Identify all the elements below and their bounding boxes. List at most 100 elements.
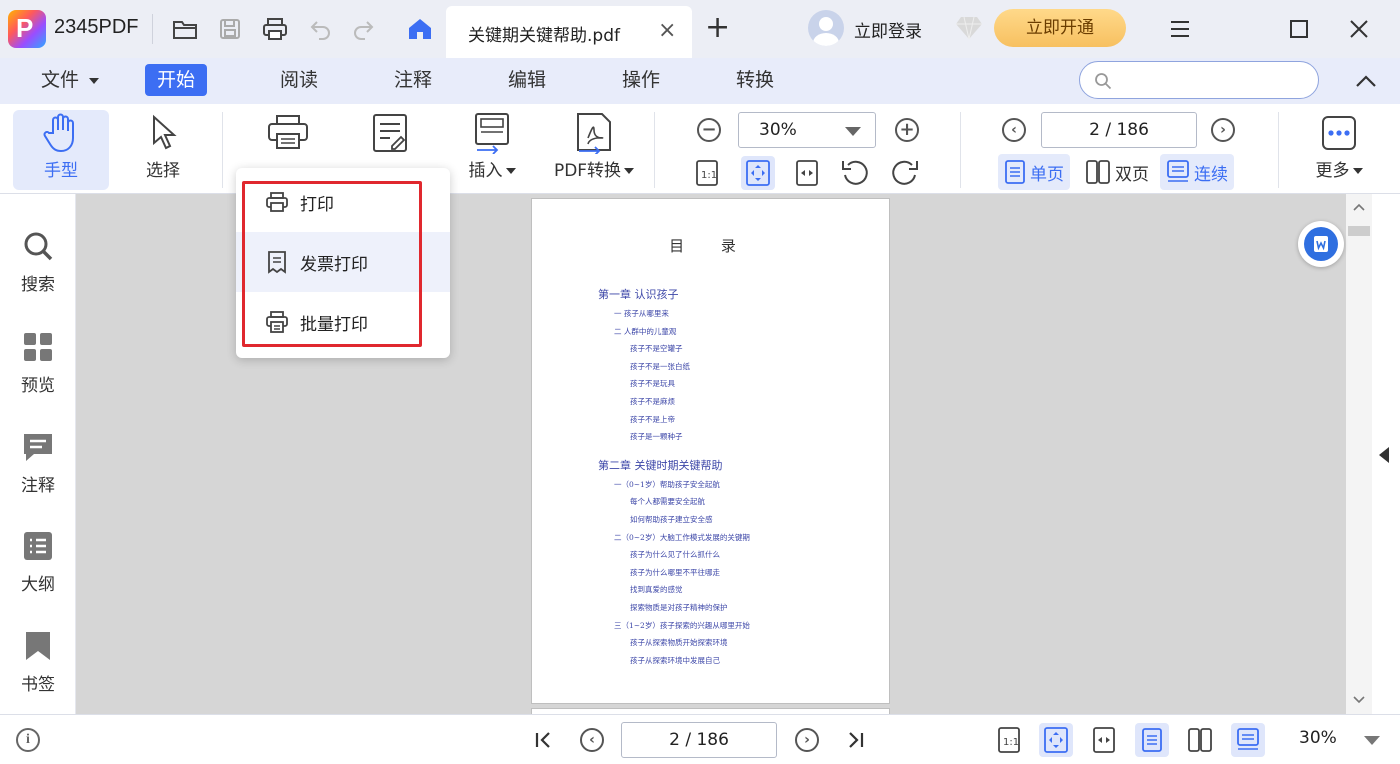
- continuous-page-icon: [1167, 160, 1189, 182]
- assistant-badge[interactable]: [1298, 221, 1344, 267]
- sidebar-item-preview[interactable]: 预览: [0, 327, 76, 396]
- actual-size-icon[interactable]: 1:1: [690, 156, 724, 190]
- toc-entry[interactable]: 孩子为什么哪里不平往哪走: [630, 564, 889, 582]
- scroll-down-icon[interactable]: [1353, 696, 1365, 704]
- scrollbar-thumb[interactable]: [1348, 226, 1370, 236]
- search-input[interactable]: [1079, 61, 1319, 99]
- more-tool[interactable]: 更多: [1306, 110, 1372, 190]
- status-zoom-value[interactable]: 30%: [1299, 728, 1337, 748]
- sidebar-item-search[interactable]: 搜索: [0, 226, 76, 295]
- fit-width-icon[interactable]: [790, 156, 824, 190]
- menu-operate[interactable]: 操作: [610, 64, 672, 96]
- sidebar-item-bookmark[interactable]: 书签: [0, 626, 76, 695]
- rotate-right-icon[interactable]: [888, 156, 922, 190]
- status-page-input[interactable]: 2 / 186: [621, 722, 777, 758]
- continuous-page-icon[interactable]: [1231, 723, 1265, 757]
- vip-open-button[interactable]: 立即开通: [994, 9, 1126, 47]
- chevron-up-icon[interactable]: [1352, 68, 1380, 96]
- login-link[interactable]: 立即登录: [854, 17, 922, 42]
- insert-tool[interactable]: 插入: [452, 110, 532, 190]
- sidebar-item-annotation[interactable]: 注释: [0, 427, 76, 496]
- rotate-left-icon[interactable]: [838, 156, 872, 190]
- fit-page-icon[interactable]: [741, 156, 775, 190]
- toc-entry[interactable]: 如何帮助孩子建立安全感: [630, 511, 889, 529]
- actual-size-icon[interactable]: 1:1: [992, 723, 1026, 757]
- menu-convert[interactable]: 转换: [724, 64, 786, 96]
- maximize-icon[interactable]: [1282, 12, 1316, 46]
- toc-entry[interactable]: 孩子不是一张白纸: [630, 358, 889, 376]
- hand-icon: [13, 110, 109, 156]
- last-page-icon[interactable]: [840, 725, 870, 755]
- toc-entry[interactable]: 孩子从探索物质开始探索环境: [630, 634, 889, 652]
- menu-start[interactable]: 开始: [145, 64, 208, 96]
- toc-chapter[interactable]: 第一章 认识孩子: [598, 285, 889, 305]
- toc-entry[interactable]: 二（0~2岁）大脑工作模式发展的关键期: [614, 529, 889, 547]
- menu-item-label: 批量打印: [300, 314, 368, 335]
- next-page-icon[interactable]: ›: [1211, 118, 1235, 142]
- toc-chapter[interactable]: 第二章 关键时期关键帮助: [598, 456, 889, 476]
- menu-item-print[interactable]: 打印: [236, 172, 450, 232]
- document-tab[interactable]: 关键期关键帮助.pdf ×: [446, 6, 692, 58]
- first-page-icon[interactable]: [529, 725, 559, 755]
- toc-entry[interactable]: 一（0~1岁）帮助孩子安全起航: [614, 476, 889, 494]
- new-tab-icon[interactable]: +: [705, 10, 730, 45]
- vertical-scrollbar[interactable]: [1346, 194, 1372, 714]
- select-tool-label: 选择: [146, 161, 180, 181]
- toc-entry[interactable]: 一 孩子从哪里来: [614, 305, 889, 323]
- menu-edit[interactable]: 编辑: [496, 64, 558, 96]
- scroll-up-icon[interactable]: [1353, 203, 1365, 211]
- save-icon[interactable]: [215, 14, 245, 44]
- info-icon[interactable]: i: [16, 728, 40, 752]
- menu-icon[interactable]: [1163, 12, 1197, 46]
- select-tool[interactable]: 选择: [115, 110, 211, 190]
- toc-entry[interactable]: 孩子是一颗种子: [630, 428, 889, 446]
- hand-tool[interactable]: 手型: [13, 110, 109, 190]
- view-continuous-label: 连续: [1194, 164, 1228, 185]
- page-number-input[interactable]: 2 / 186: [1041, 112, 1197, 148]
- previous-page-icon[interactable]: ‹: [580, 728, 604, 752]
- pdf-convert-tool[interactable]: PDF转换: [546, 110, 642, 190]
- toc-entry[interactable]: 找到真爱的感觉: [630, 581, 889, 599]
- zoom-out-icon[interactable]: −: [697, 118, 721, 142]
- view-continuous[interactable]: 连续: [1160, 154, 1234, 190]
- close-window-icon[interactable]: [1342, 12, 1376, 46]
- toc-entry[interactable]: 孩子不是空罐子: [630, 340, 889, 358]
- previous-page-icon[interactable]: ‹: [1002, 118, 1026, 142]
- menu-item-batch-print[interactable]: 批量打印: [236, 292, 450, 352]
- toc-entry[interactable]: 二 人群中的儿童观: [614, 323, 889, 341]
- double-page-icon[interactable]: [1183, 723, 1217, 757]
- view-double-page[interactable]: 双页: [1079, 154, 1155, 190]
- pdf-page: 目 录 第一章 认识孩子一 孩子从哪里来二 人群中的儿童观 孩子不是空罐子 孩子不是…: [531, 198, 890, 704]
- open-folder-icon[interactable]: [170, 14, 200, 44]
- toc-entry[interactable]: 每个人都需要安全起航: [630, 493, 889, 511]
- next-page-icon[interactable]: ›: [795, 728, 819, 752]
- avatar[interactable]: [808, 10, 844, 46]
- toc-entry[interactable]: 孩子从探索环境中发展自己: [630, 652, 889, 670]
- toc-entry[interactable]: 探索物质是对孩子精神的保护: [630, 599, 889, 617]
- tab-close-icon[interactable]: ×: [658, 18, 676, 43]
- fit-width-icon[interactable]: [1087, 723, 1121, 757]
- toc-entry[interactable]: 孩子不是玩具: [630, 375, 889, 393]
- chevron-down-icon[interactable]: [1364, 736, 1380, 745]
- undo-icon[interactable]: [306, 14, 336, 44]
- toc-entry[interactable]: 孩子不是上帝: [630, 411, 889, 429]
- single-page-icon[interactable]: [1135, 723, 1169, 757]
- zoom-in-icon[interactable]: +: [895, 118, 919, 142]
- sidebar-item-outline[interactable]: 大纲: [0, 526, 76, 595]
- redo-icon[interactable]: [348, 14, 378, 44]
- menu-file[interactable]: 文件: [29, 64, 111, 96]
- menu-item-label: 打印: [300, 194, 334, 215]
- expand-panel-icon[interactable]: [1378, 446, 1390, 464]
- print-icon[interactable]: [260, 14, 290, 44]
- home-icon[interactable]: [405, 14, 435, 44]
- toc-entry[interactable]: 孩子不是麻烦: [630, 393, 889, 411]
- menu-read[interactable]: 阅读: [268, 64, 330, 96]
- menu-annotate[interactable]: 注释: [382, 64, 444, 96]
- menu-item-invoice-print[interactable]: 发票打印: [236, 232, 450, 292]
- fit-page-icon[interactable]: [1039, 723, 1073, 757]
- grid-icon: [0, 327, 76, 367]
- toc-entry[interactable]: 三（1~2岁）孩子探索的兴趣从哪里开始: [614, 617, 889, 635]
- view-single-page[interactable]: 单页: [998, 154, 1070, 190]
- zoom-select[interactable]: 30%: [738, 112, 876, 148]
- toc-entry[interactable]: 孩子为什么见了什么抓什么: [630, 546, 889, 564]
